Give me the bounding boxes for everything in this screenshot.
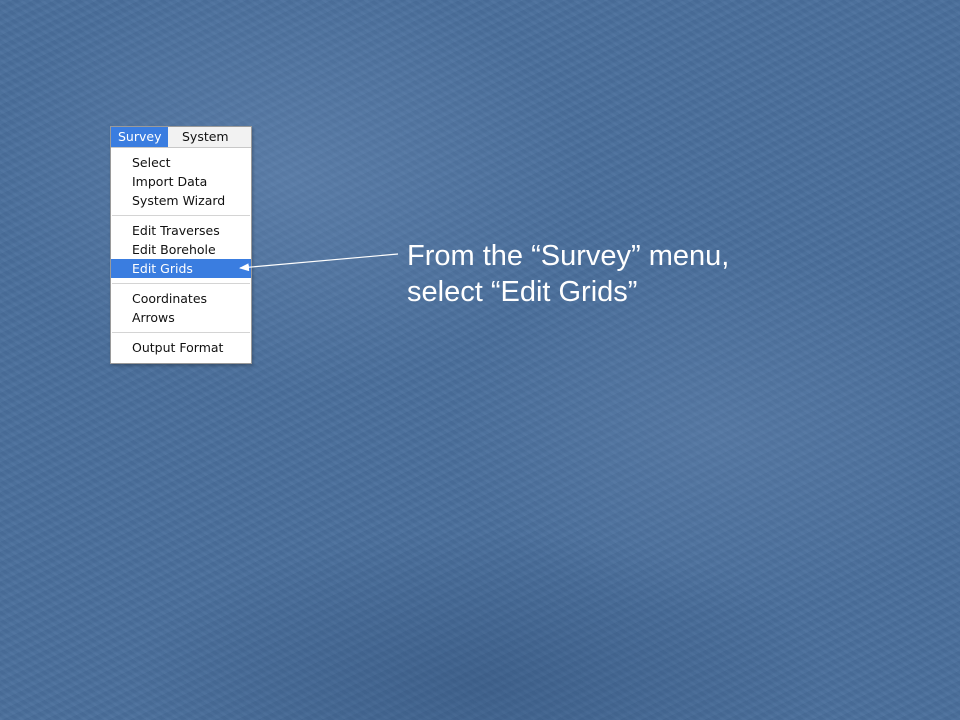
callout-line-1: From the “Survey” menu, [407,240,730,272]
menubar-survey[interactable]: Survey [111,127,169,147]
menubar: Survey System [111,127,251,148]
callout-line-2: select “Edit Grids” [407,276,638,308]
menu-separator [111,210,251,221]
menu-item-edit-traverses[interactable]: Edit Traverses [111,221,251,240]
menu-separator [111,327,251,338]
survey-menu-window: Survey System Select Import Data System … [110,126,252,364]
instruction-callout: From the “Survey” menu, select “Edit Gri… [407,238,907,310]
menu-separator [111,278,251,289]
menu-item-output-format[interactable]: Output Format [111,338,251,357]
menu-item-select[interactable]: Select [111,153,251,172]
menubar-system[interactable]: System [175,127,236,147]
arrow-line [239,253,399,272]
menu-item-arrows[interactable]: Arrows [111,308,251,327]
menu-item-edit-grids[interactable]: Edit Grids [111,259,251,278]
menu-item-import-data[interactable]: Import Data [111,172,251,191]
survey-dropdown-menu: Select Import Data System Wizard Edit Tr… [111,148,251,357]
menu-item-edit-borehole[interactable]: Edit Borehole [111,240,251,259]
menu-item-system-wizard[interactable]: System Wizard [111,191,251,210]
menu-item-coordinates[interactable]: Coordinates [111,289,251,308]
